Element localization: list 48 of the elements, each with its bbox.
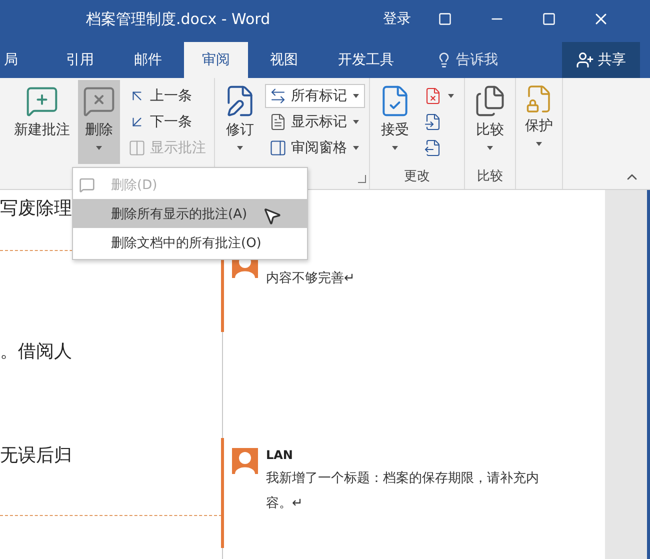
ribbon-button[interactable]: 接受 [374,80,416,164]
person-plus-icon [576,51,594,69]
markup-select[interactable]: 所有标记 [265,84,365,108]
ribbon-button[interactable]: 下一条 [124,110,210,134]
document-arrow-icon [424,113,442,131]
mouse-cursor-icon [262,206,282,226]
ribbon-tab[interactable]: 引用 [48,42,112,78]
ribbon-tab[interactable]: 审阅 [184,42,248,78]
ribbon-tab[interactable]: 局 [0,42,22,78]
document-text: 写废除理 [0,197,72,220]
share-button[interactable]: 共享 [562,42,640,78]
swap-icon [269,87,287,105]
comment-text: 我新增了一个标题：档案的保存期限，请补充内容。↵ [266,470,540,513]
comment-author: LAN [266,448,294,462]
ribbon-tab[interactable]: 邮件 [116,42,180,78]
launcher-icon[interactable] [358,175,366,183]
group-label: 更改 [404,169,430,184]
avatar-icon [232,448,258,474]
document-text: 无误后归 [0,444,72,467]
document-text: 。借阅人 [0,340,72,363]
ribbon-button[interactable]: 审阅窗格 [265,136,365,160]
caret-icon [353,120,359,124]
ribbon-button[interactable]: 保护 [520,80,558,164]
ribbon-button[interactable]: 上一条 [124,84,210,108]
window-title: 档案管理制度.docx - Word [85,10,272,28]
tell-me-button[interactable]: 告诉我 [430,42,504,78]
ribbon-display-icon[interactable] [438,12,452,26]
ribbon-button[interactable]: 删除 [78,80,120,164]
ribbon-button[interactable]: 显示标记 [265,110,365,134]
ribbon-button[interactable]: 比较 [469,80,511,164]
comment-text: 内容不够完善↵ [266,270,356,288]
document-arrow-icon [424,139,442,157]
ribbon-tab[interactable]: 开发工具 [320,42,412,78]
ribbon-button[interactable]: 新建批注 [10,80,74,164]
caret-icon [448,94,454,98]
menu-item[interactable]: 删除文档中的所有批注(O) [73,228,307,257]
panel-icon [128,139,146,157]
ribbon-tab[interactable]: 视图 [252,42,316,78]
caret-icon [353,94,359,98]
group-label: 比较 [477,169,503,184]
caret-icon [353,146,359,150]
ribbon-button[interactable]: 修订 [219,80,261,164]
document-x-icon [424,87,442,105]
maximize-icon[interactable] [542,12,556,26]
document-icon [269,113,287,131]
sign-in-button[interactable]: 登录 [375,10,419,28]
pane-icon [269,139,287,157]
menu-item[interactable]: 删除所有显示的批注(A) [73,199,307,228]
